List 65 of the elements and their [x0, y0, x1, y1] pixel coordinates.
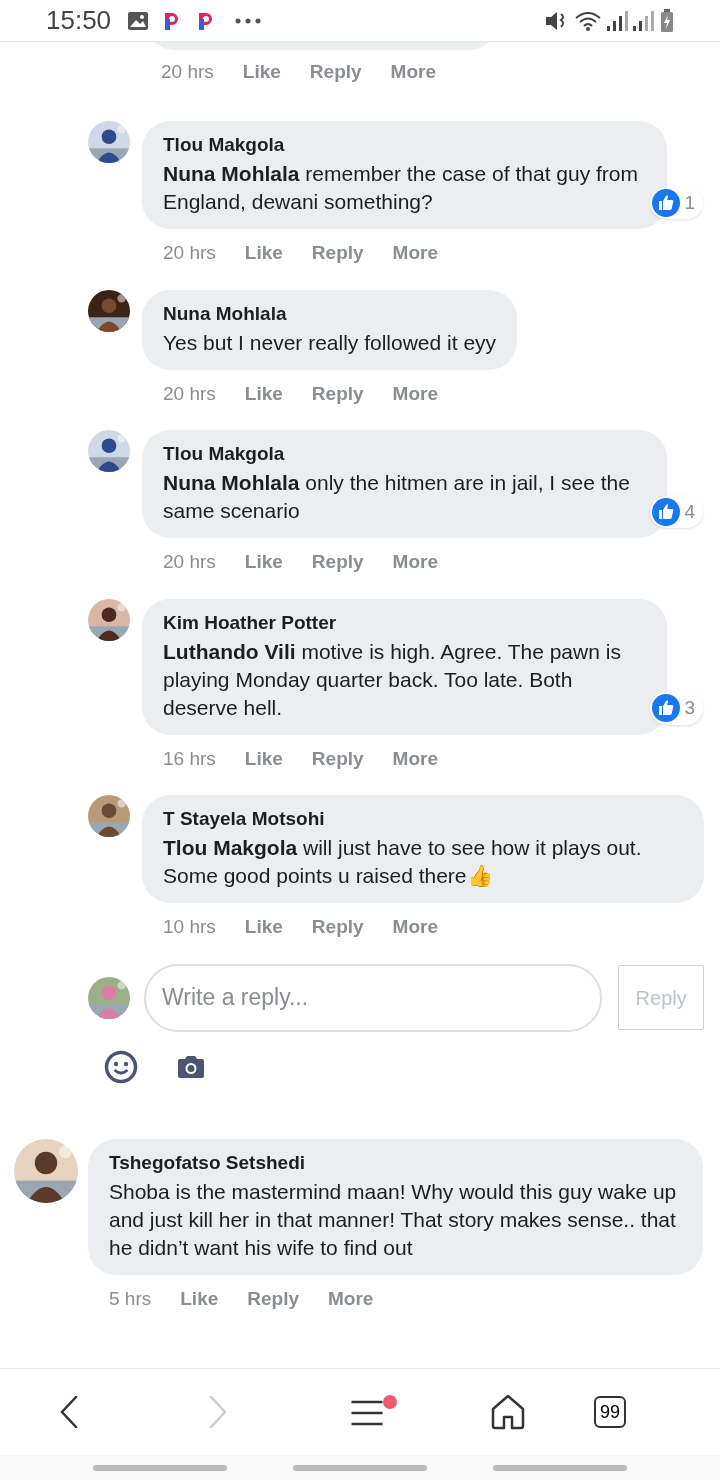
clock: 15:50: [46, 4, 112, 37]
reaction-count: 3: [684, 696, 695, 720]
signal-icon: [632, 9, 654, 32]
action-link[interactable]: More: [392, 744, 438, 773]
author-name[interactable]: Tshegofatso Setshedi: [109, 1150, 682, 1175]
action-link[interactable]: More: [392, 548, 438, 577]
timestamp: 10 hrs: [163, 915, 216, 939]
action-link[interactable]: Reply: [311, 379, 364, 408]
action-link[interactable]: More: [392, 239, 438, 268]
action-link[interactable]: Like: [244, 913, 283, 942]
author-name[interactable]: Kim Hoather Potter: [163, 610, 646, 635]
comment-text: Tlou Makgola will just have to see how it plays out. Some good points u raised there👍: [163, 835, 643, 889]
timestamp: 20 hrs: [161, 60, 214, 84]
timestamp: 20 hrs: [163, 381, 216, 406]
reaction-badge[interactable]: 3: [650, 692, 703, 725]
author-name[interactable]: Tlou Makgola: [163, 133, 646, 157]
thumbs-up-icon: [652, 497, 681, 526]
action-link[interactable]: Like: [244, 548, 283, 577]
more-icon: [235, 17, 262, 24]
action-link[interactable]: Reply: [247, 1284, 300, 1313]
action-link[interactable]: Reply: [311, 913, 364, 942]
app-icon: [197, 10, 214, 31]
reaction-badge[interactable]: 1: [650, 186, 703, 219]
thumbs-up-icon: [652, 694, 681, 723]
timestamp: 20 hrs: [163, 550, 216, 574]
reply-input[interactable]: Write a reply...: [144, 963, 603, 1032]
tabs-button[interactable]: 99: [594, 1396, 626, 1428]
app-icon: [163, 10, 180, 31]
reply-button[interactable]: Reply: [618, 965, 704, 1030]
timestamp: 16 hrs: [163, 746, 216, 771]
action-link[interactable]: More: [392, 379, 438, 408]
action-link[interactable]: Like: [244, 379, 283, 408]
back-icon[interactable]: [60, 1396, 78, 1428]
author-name[interactable]: Nuna Mohlala: [163, 301, 497, 326]
action-link[interactable]: Like: [180, 1284, 219, 1313]
home-icon[interactable]: [490, 1394, 526, 1430]
action-link[interactable]: Reply: [311, 239, 364, 268]
comment-text: Shoba is the mastermind maan! Why would this guy wake up and just kill her in that manner! That story makes sense.. that he didn’t want his wife to find out: [109, 1178, 678, 1261]
action-link[interactable]: Reply: [311, 548, 364, 577]
timestamp: 5 hrs: [109, 1286, 152, 1311]
image-icon: [127, 10, 150, 31]
timestamp: 20 hrs: [163, 241, 216, 265]
emoji-icon[interactable]: [104, 1049, 138, 1084]
reaction-count: 1: [684, 190, 695, 215]
comment-text: Nuna Mohlala remember the case of that guy from England, dewani something?: [163, 161, 639, 215]
action-link[interactable]: More: [390, 58, 436, 87]
comment-text: Luthando Vili motive is high. Agree. The pawn is playing Monday quarter back. Too late. Both deserve hell.: [163, 638, 622, 721]
action-link[interactable]: Like: [244, 239, 283, 268]
author-name[interactable]: T Stayela Motsohi: [163, 807, 683, 831]
comment-text: Yes but I never really followed it eyy: [163, 329, 497, 356]
action-link[interactable]: Reply: [311, 744, 364, 773]
action-link[interactable]: More: [328, 1284, 374, 1313]
thumbs-up-icon: [652, 188, 681, 217]
signal-icon: [606, 9, 628, 32]
action-link[interactable]: Reply: [309, 58, 362, 87]
reaction-count: 4: [684, 499, 695, 524]
comment-text: Nuna Mohlala only the hitmen are in jail, I see the same scenario: [163, 470, 631, 524]
author-name[interactable]: Tlou Makgola: [163, 442, 646, 466]
action-link[interactable]: Like: [244, 744, 283, 773]
battery-icon: [660, 8, 674, 33]
camera-icon[interactable]: [176, 1054, 206, 1079]
action-link[interactable]: More: [392, 913, 438, 942]
reaction-badge[interactable]: 4: [650, 495, 703, 528]
wifi-icon: [574, 9, 602, 32]
action-link[interactable]: Like: [242, 58, 281, 87]
